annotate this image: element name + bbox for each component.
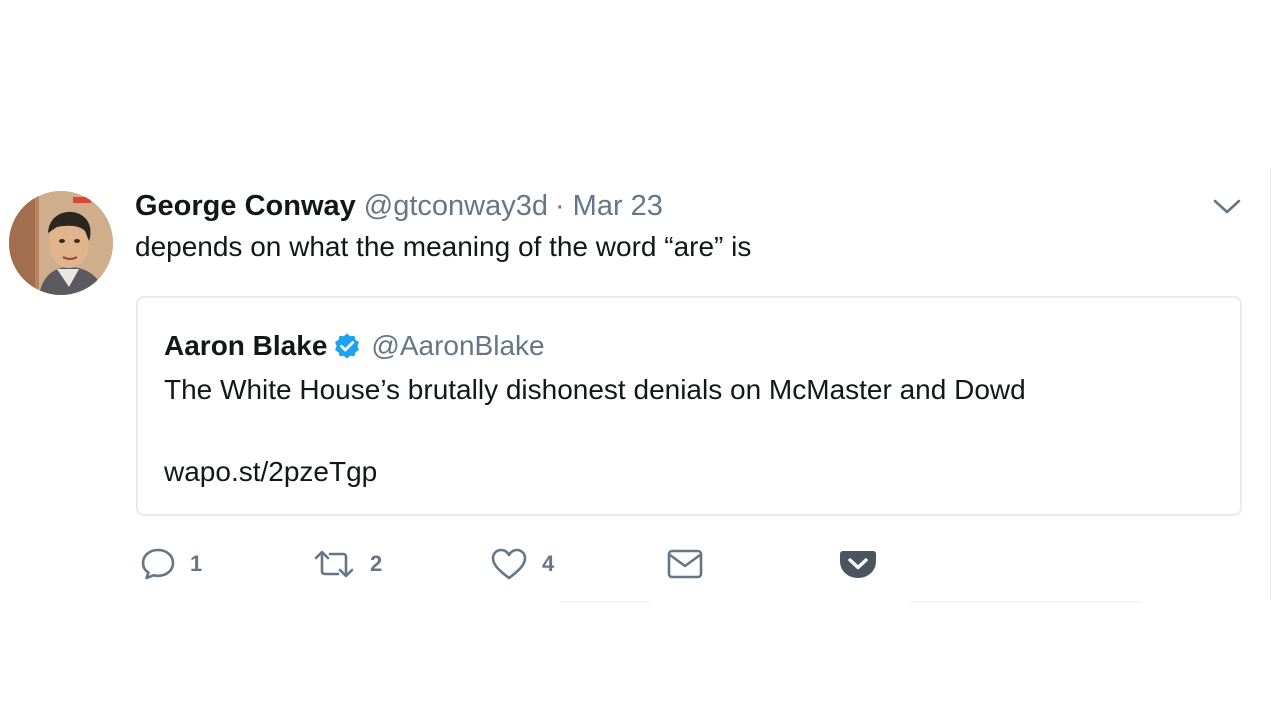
tweet-header: George Conway @gtconway3d · Mar 23 [135, 186, 663, 226]
divider [910, 601, 1140, 603]
quoted-author-handle: @AaronBlake [371, 330, 545, 361]
save-to-pocket-button[interactable] [838, 544, 892, 584]
reply-count: 1 [190, 551, 203, 576]
author-display-name[interactable]: George Conway [135, 186, 356, 226]
pocket-icon [838, 547, 878, 581]
tweet-screenshot: George Conway @gtconway3d · Mar 23 depen… [0, 0, 1280, 720]
timeline-divider [1270, 168, 1271, 600]
chevron-down-icon[interactable] [1210, 192, 1244, 220]
reply-icon [140, 547, 176, 581]
like-count: 4 [542, 551, 555, 576]
divider [560, 601, 650, 603]
retweet-button[interactable]: 2 [312, 544, 382, 584]
heart-icon [490, 547, 528, 581]
reply-button[interactable]: 1 [140, 544, 202, 584]
retweet-count: 2 [370, 551, 383, 576]
retweet-icon [312, 547, 356, 581]
envelope-icon [666, 547, 704, 581]
quoted-tweet-card[interactable]: Aaron Blake @AaronBlake The White House’… [136, 296, 1242, 516]
like-button[interactable]: 4 [490, 544, 554, 584]
avatar[interactable] [9, 191, 113, 295]
tweet-text: depends on what the meaning of the word … [135, 231, 752, 262]
quoted-tweet-link[interactable]: wapo.st/2pzeTgp [164, 452, 377, 492]
tweet-date[interactable]: Mar 23 [573, 186, 663, 226]
direct-message-button[interactable] [666, 544, 718, 584]
quoted-tweet-text: The White House’s brutally dishonest den… [164, 374, 1026, 405]
quoted-author-display-name: Aaron Blake [164, 330, 328, 361]
author-handle[interactable]: @gtconway3d [364, 186, 548, 226]
quoted-tweet-header: Aaron Blake @AaronBlake [164, 326, 545, 366]
verified-badge-icon [333, 332, 361, 360]
header-separator: · [555, 190, 565, 222]
